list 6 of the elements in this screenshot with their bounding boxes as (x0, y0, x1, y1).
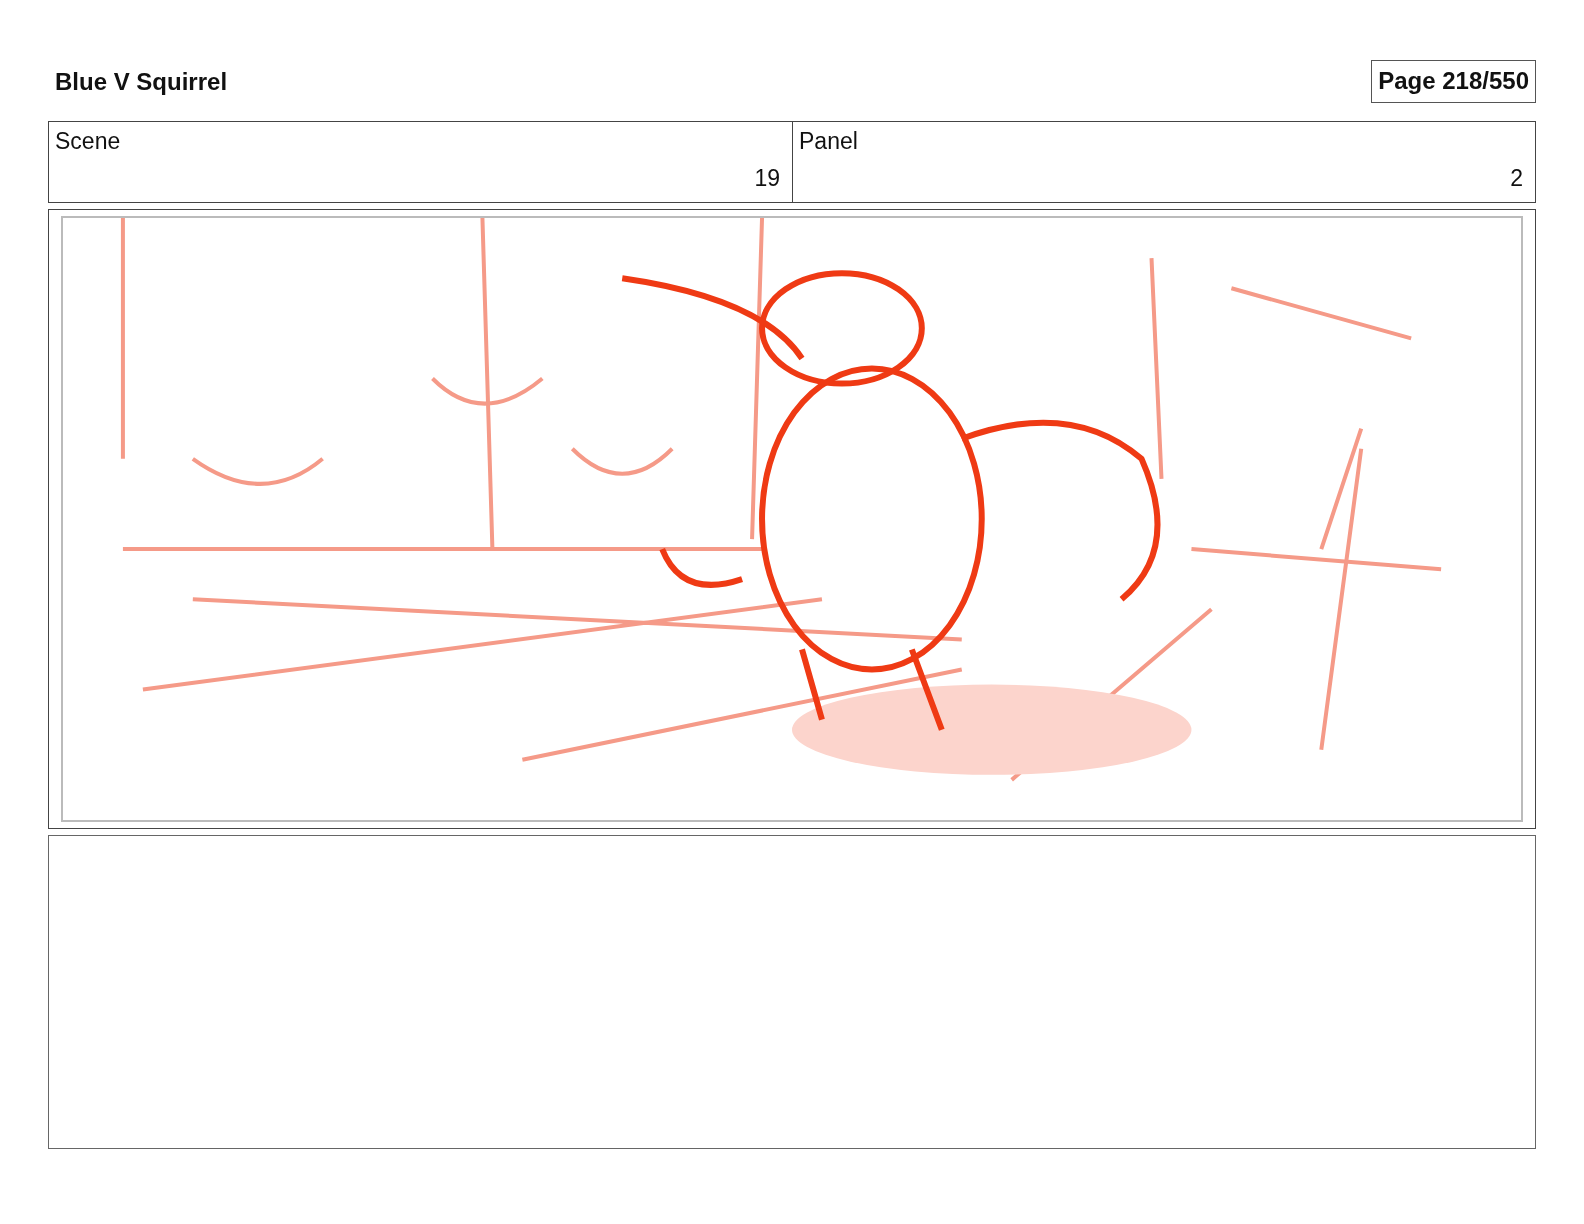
column-header: Scene (55, 128, 122, 155)
table-cell: 19 (754, 165, 780, 192)
page-number: Page 218/550 (1371, 60, 1536, 103)
column-header: Panel (799, 128, 859, 155)
table-cell: 2 (1510, 165, 1523, 192)
storyboard-title: Blue V Squirrel (55, 67, 228, 96)
